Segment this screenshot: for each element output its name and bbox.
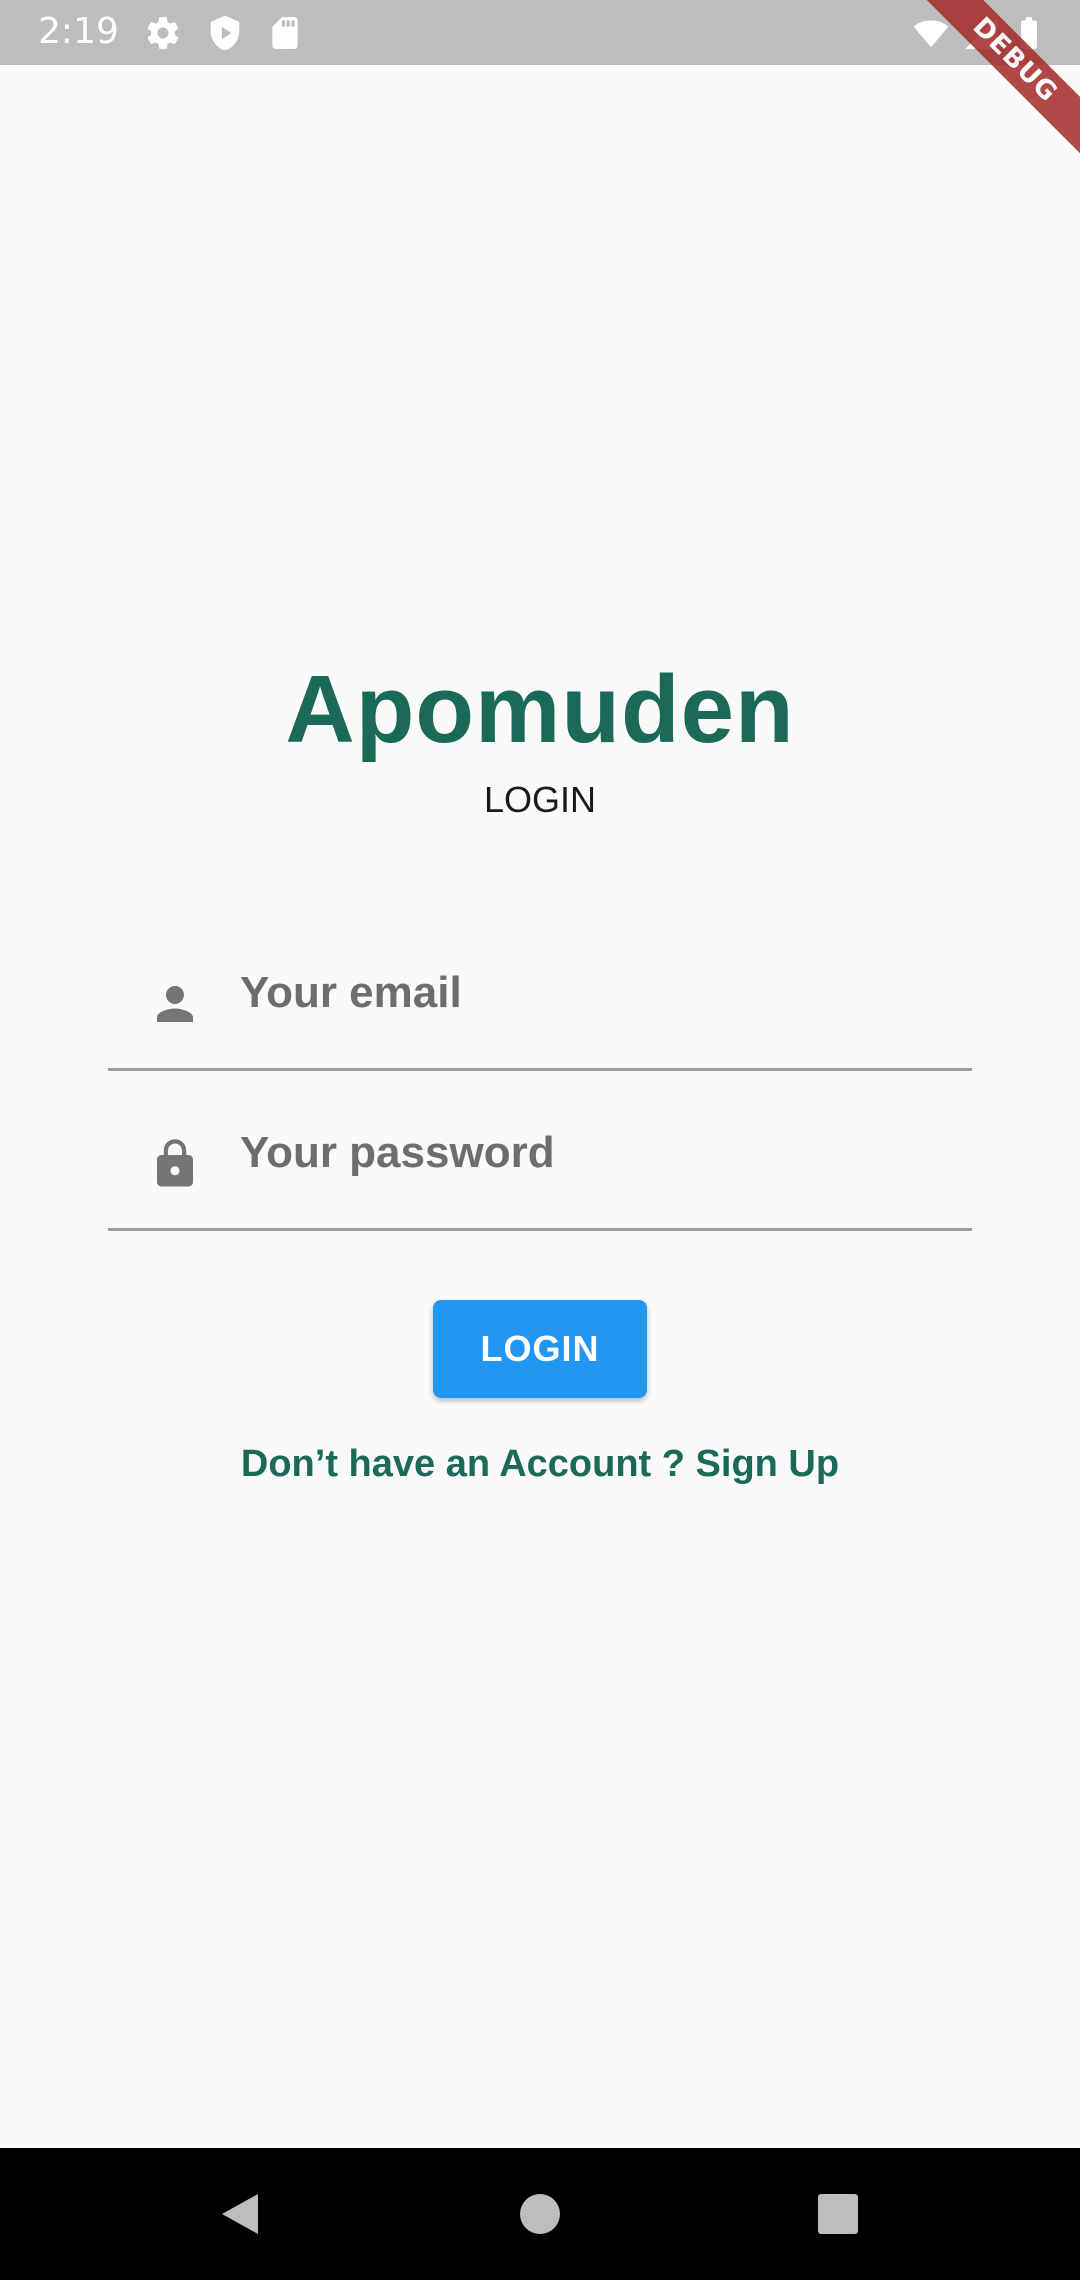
signup-prompt[interactable]: Don’t have an Account ? Sign Up <box>0 1436 1080 1492</box>
person-icon <box>148 974 202 1034</box>
login-button[interactable]: LOGIN <box>433 1300 647 1398</box>
home-icon[interactable] <box>510 2184 570 2244</box>
email-field[interactable] <box>108 908 972 1071</box>
back-icon[interactable] <box>210 2184 270 2244</box>
email-input[interactable] <box>240 958 940 1028</box>
app-title: Apomuden <box>285 656 795 763</box>
signup-prompt-text: Don’t have an Account ? <box>240 1443 696 1485</box>
battery-icon <box>1010 14 1048 52</box>
gear-icon <box>144 14 182 52</box>
status-time: 2:19 <box>38 11 119 52</box>
password-field[interactable] <box>108 1068 972 1231</box>
shield-play-icon <box>206 14 244 52</box>
lock-icon <box>148 1134 202 1194</box>
sd-card-icon <box>266 14 304 52</box>
navigation-bar <box>0 2148 1080 2280</box>
recents-icon[interactable] <box>808 2184 868 2244</box>
status-bar: 2:19 <box>0 0 1080 65</box>
signal-icon <box>962 14 1000 52</box>
wifi-icon <box>912 14 950 52</box>
page-subtitle: LOGIN <box>483 779 597 820</box>
signup-link[interactable]: Sign Up <box>696 1443 840 1485</box>
password-input[interactable] <box>240 1118 940 1188</box>
